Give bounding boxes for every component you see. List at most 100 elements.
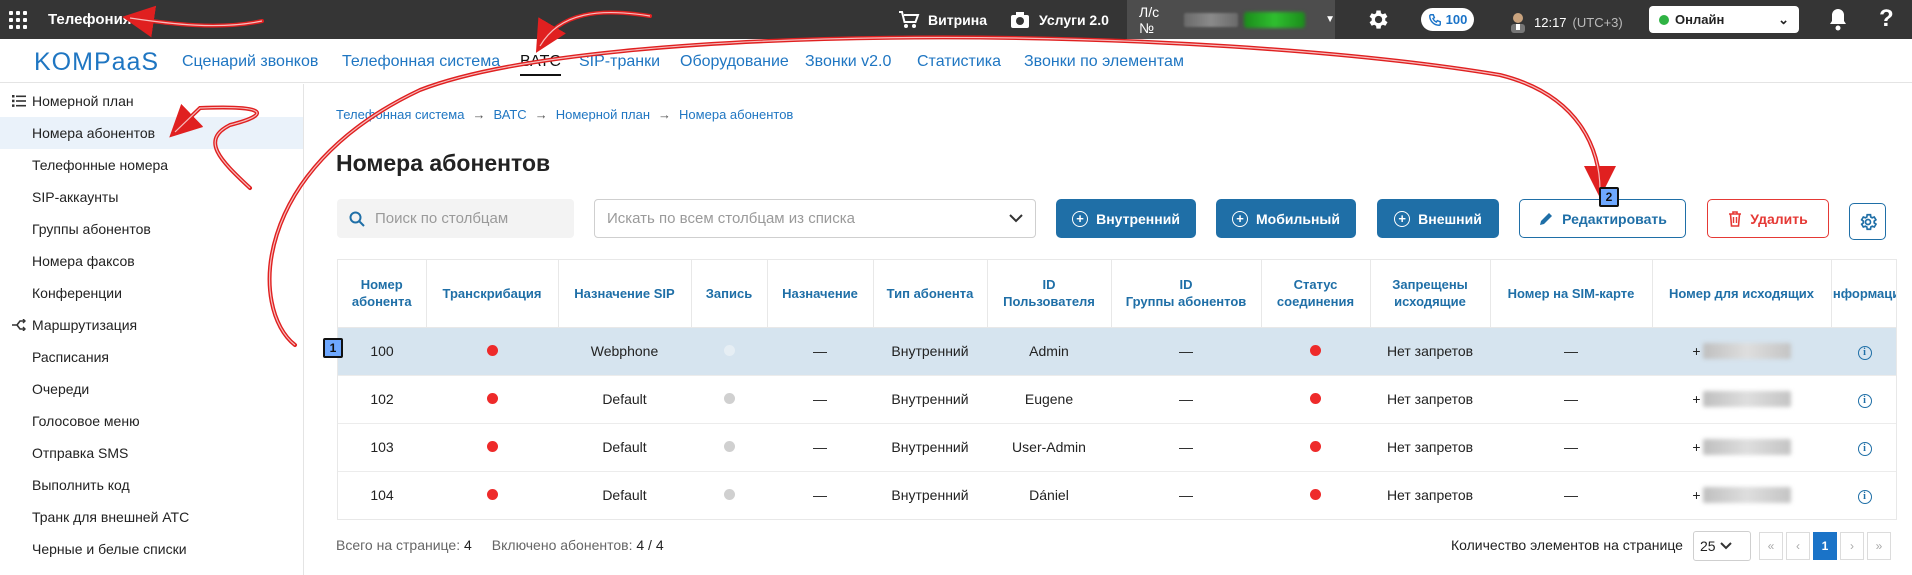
table-row[interactable]: 103 Default — Внутренний User-Admin — Не… bbox=[338, 423, 1896, 472]
breadcrumb-item[interactable]: Телефонная система bbox=[336, 107, 464, 122]
table-settings-button[interactable] bbox=[1849, 203, 1886, 240]
pager-last[interactable]: » bbox=[1867, 532, 1891, 560]
header-subscriber-number[interactable]: Номер абонента bbox=[338, 260, 427, 328]
sidebar-group-label: Номерной план bbox=[32, 93, 134, 109]
header-destination[interactable]: Назначение bbox=[767, 260, 874, 328]
cell-restrict: Нет запретов bbox=[1370, 327, 1490, 376]
app-title[interactable]: Телефония bbox=[48, 11, 132, 28]
tab-sip-trunks[interactable]: SIP-транки bbox=[579, 53, 660, 71]
add-mobile-button[interactable]: + Мобильный bbox=[1216, 199, 1356, 238]
status-select[interactable]: Онлайн ⌄ bbox=[1649, 6, 1799, 33]
info-icon[interactable]: i bbox=[1857, 345, 1872, 360]
user-time[interactable]: 12:17 (UTC+3) bbox=[1508, 11, 1623, 33]
header-transcription[interactable]: Транскрибация bbox=[426, 260, 559, 328]
sidebar-item-phone-numbers[interactable]: Телефонные номера bbox=[0, 149, 303, 181]
services-label: Услуги 2.0 bbox=[1039, 12, 1109, 28]
info-icon[interactable]: i bbox=[1857, 393, 1872, 408]
breadcrumb-item[interactable]: Номера абонентов bbox=[679, 107, 793, 122]
main-nav: KOMPaaS Сценарий звонков Телефонная сист… bbox=[0, 39, 1912, 83]
header-sim-number[interactable]: Номер на SIM-карте bbox=[1490, 260, 1653, 328]
apps-grid-icon[interactable] bbox=[9, 11, 27, 29]
chevron-down-icon[interactable] bbox=[1009, 210, 1023, 227]
tab-statistics[interactable]: Статистика bbox=[917, 53, 1001, 71]
cell-sip: Webphone bbox=[558, 327, 691, 376]
subscribers-table: Номер абонента Транскрибация Назначение S… bbox=[337, 259, 1897, 520]
pager-next[interactable]: › bbox=[1840, 532, 1864, 560]
sidebar-item-black-white-lists[interactable]: Черные и белые списки bbox=[0, 533, 303, 565]
search-all-columns-input[interactable]: Искать по всем столбцам из списка bbox=[594, 199, 1036, 238]
sidebar-item-queues[interactable]: Очереди bbox=[0, 373, 303, 405]
gear-icon[interactable] bbox=[1365, 7, 1390, 32]
user-avatar-icon bbox=[1511, 13, 1525, 33]
header-recording[interactable]: Запись bbox=[691, 260, 768, 328]
page-title: Номера абонентов bbox=[336, 150, 551, 176]
sidebar-item-send-sms[interactable]: Отправка SMS bbox=[0, 437, 303, 469]
sidebar-item-sip-accounts[interactable]: SIP-аккаунты bbox=[0, 181, 303, 213]
info-icon[interactable]: i bbox=[1857, 441, 1872, 456]
pager-page-1[interactable]: 1 bbox=[1813, 532, 1837, 560]
header-outgoing-number[interactable]: Номер для исходящих bbox=[1652, 260, 1832, 328]
cell-sim: — bbox=[1490, 375, 1652, 424]
tab-phone-system[interactable]: Телефонная система bbox=[342, 53, 500, 71]
header-outgoing-restricted[interactable]: Запрещены исходящие bbox=[1370, 260, 1491, 328]
breadcrumb-item[interactable]: Номерной план bbox=[556, 107, 650, 122]
header-subscriber-type[interactable]: Тип абонента bbox=[873, 260, 988, 328]
cell-user: User-Admin bbox=[987, 423, 1111, 472]
bell-icon[interactable] bbox=[1827, 7, 1849, 32]
add-internal-button[interactable]: + Внутренний bbox=[1056, 199, 1196, 238]
sidebar-item-subscriber-groups[interactable]: Группы абонентов bbox=[0, 213, 303, 245]
pager-first[interactable]: « bbox=[1759, 532, 1783, 560]
tab-calls-by-element[interactable]: Звонки по элементам bbox=[1024, 53, 1184, 71]
tab-vats[interactable]: ВАТС bbox=[520, 53, 561, 76]
services-link[interactable]: Услуги 2.0 bbox=[1009, 10, 1109, 30]
arrow-right-icon: → bbox=[534, 107, 548, 122]
header-user-id[interactable]: ID Пользователя bbox=[987, 260, 1112, 328]
cell-destination: — bbox=[767, 423, 873, 472]
sidebar-group-routing[interactable]: Маршрутизация bbox=[0, 309, 303, 341]
active-calls-pill[interactable]: 100 bbox=[1421, 8, 1474, 31]
showcase-link[interactable]: Витрина bbox=[898, 10, 987, 30]
sidebar-item-fax-numbers[interactable]: Номера факсов bbox=[0, 245, 303, 277]
cell-transcription bbox=[426, 423, 558, 472]
grey-status-dot-icon bbox=[723, 489, 735, 500]
pencil-icon bbox=[1540, 212, 1553, 225]
sidebar-item-external-pbx-trunk[interactable]: Транк для внешней АТС bbox=[0, 501, 303, 533]
cart-icon bbox=[899, 11, 920, 28]
redacted-number bbox=[1702, 343, 1791, 359]
pager-prev[interactable]: ‹ bbox=[1786, 532, 1810, 560]
table-row[interactable]: 100 Webphone — Внутренний Admin — Нет за… bbox=[338, 327, 1896, 376]
table-row[interactable]: 104 Default — Внутренний Dániel — Нет за… bbox=[338, 471, 1896, 519]
help-icon[interactable]: ? bbox=[1879, 5, 1894, 33]
header-group-id[interactable]: ID Группы абонентов bbox=[1111, 260, 1262, 328]
delete-button[interactable]: Удалить bbox=[1707, 199, 1829, 238]
cell-user: Eugene bbox=[987, 375, 1111, 424]
tab-equipment[interactable]: Оборудование bbox=[680, 53, 789, 71]
column-search-input[interactable]: Поиск по столбцам bbox=[337, 199, 574, 238]
red-status-dot-icon bbox=[1310, 345, 1321, 356]
tab-call-scenario[interactable]: Сценарий звонков bbox=[182, 53, 318, 71]
per-page-label: Количество элементов на странице bbox=[1451, 537, 1683, 553]
header-information[interactable]: Информация bbox=[1831, 260, 1896, 328]
header-connection-status[interactable]: Статус соединения bbox=[1261, 260, 1371, 328]
header-sip-destination[interactable]: Назначение SIP bbox=[558, 260, 692, 328]
current-time: 12:17 bbox=[1534, 14, 1567, 30]
sidebar-item-run-code[interactable]: Выполнить код bbox=[0, 469, 303, 501]
sidebar-item-subscriber-numbers[interactable]: Номера абонентов bbox=[0, 117, 303, 149]
cell-outgoing: + bbox=[1652, 423, 1831, 472]
per-page-select[interactable]: 25 bbox=[1693, 531, 1751, 561]
sidebar-item-schedules[interactable]: Расписания bbox=[0, 341, 303, 373]
info-icon[interactable]: i bbox=[1857, 489, 1872, 504]
cell-type: Внутренний bbox=[873, 471, 987, 519]
table-row[interactable]: 102 Default — Внутренний Eugene — Нет за… bbox=[338, 375, 1896, 424]
breadcrumb-item[interactable]: ВАТС bbox=[493, 107, 526, 122]
sidebar-group-numbering-plan[interactable]: Номерной план bbox=[0, 85, 303, 117]
tab-calls-v2[interactable]: Звонки v2.0 bbox=[805, 53, 891, 71]
red-status-dot-icon bbox=[1310, 393, 1321, 404]
kompaas-logo[interactable]: KOMPaaS bbox=[34, 48, 159, 77]
add-external-button[interactable]: + Внешний bbox=[1377, 199, 1499, 238]
cell-recording bbox=[691, 327, 767, 376]
sidebar-item-voice-menu[interactable]: Голосовое меню bbox=[0, 405, 303, 437]
arrow-right-icon: → bbox=[658, 107, 672, 122]
sidebar-item-conferences[interactable]: Конференции bbox=[0, 277, 303, 309]
account-selector[interactable]: Л/с № ▼ bbox=[1127, 0, 1335, 39]
